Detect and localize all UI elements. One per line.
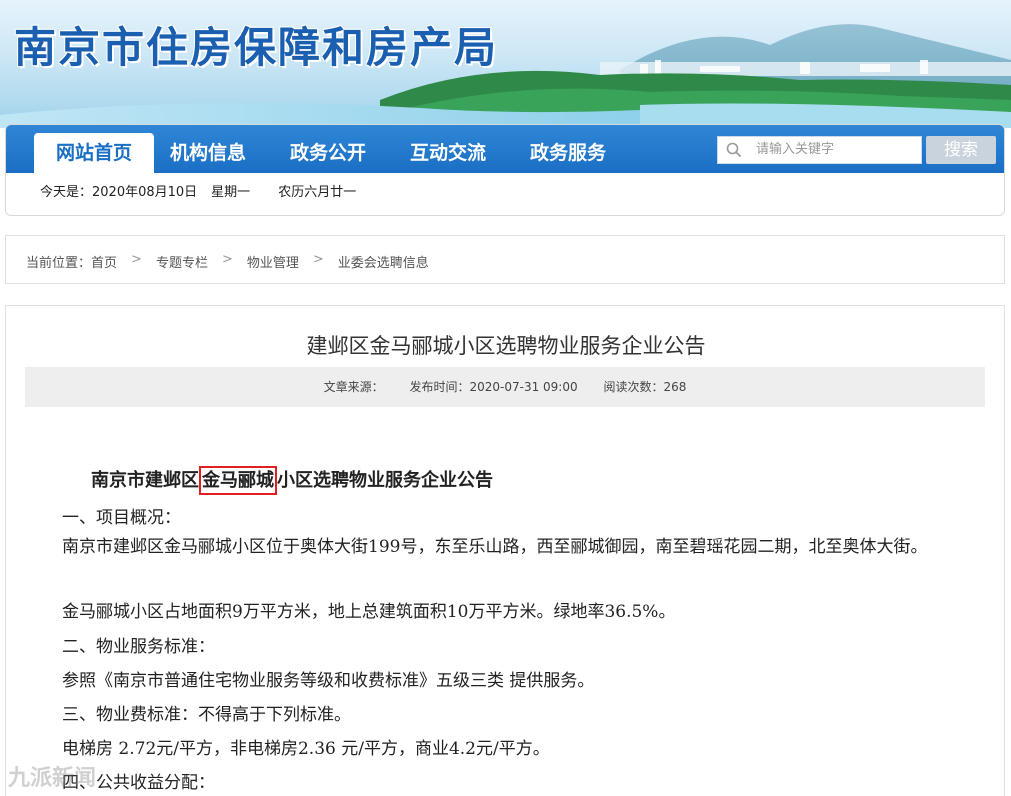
site-banner: 南京市住房保障和房产局 xyxy=(0,0,1011,128)
breadcrumb-separator: > xyxy=(131,252,142,267)
search-input[interactable]: 请输入关键字 xyxy=(717,136,922,164)
breadcrumb-item-committee-selection[interactable]: 业委会选聘信息 xyxy=(338,252,429,271)
nav-item-services[interactable]: 政务服务 xyxy=(508,133,628,173)
breadcrumb-item-topics[interactable]: 专题专栏 xyxy=(156,252,208,271)
today-date: 今天是：2020年08月10日 xyxy=(40,185,198,200)
article-meta-bar: 文章来源： 发布时间：2020-07-31 09:00 阅读次数：268 xyxy=(25,367,985,407)
article-publish-time: 发布时间：2020-07-31 09:00 xyxy=(409,380,578,394)
breadcrumb-item-property-management[interactable]: 物业管理 xyxy=(247,252,299,271)
nav-item-government-affairs[interactable]: 政务公开 xyxy=(268,133,388,173)
watermark-logo: 九派新闻 xyxy=(8,766,97,791)
search-icon xyxy=(726,142,742,158)
article-title: 建邺区金马郦城小区选聘物业服务企业公告 xyxy=(306,334,706,358)
search-button[interactable]: 搜索 xyxy=(926,136,996,164)
paragraph-section-3: 三、物业费标准：不得高于下列标准。 xyxy=(62,705,351,725)
paragraph-area: 金马郦城小区占地面积9万平方米，地上总建筑面积10万平方米。绿地率36.5%。 xyxy=(62,602,676,622)
lunar-date: 农历六月廿一 xyxy=(278,185,357,200)
weekday: 星期一 xyxy=(211,185,251,200)
paragraph-section-1: 一、项目概况： xyxy=(62,508,181,528)
paragraph-location-text: 南京市建邺区金马郦城小区位于奥体大街199号，东至乐山路，西至郦城御园，南至碧瑶… xyxy=(62,537,928,557)
breadcrumb: 当前位置： 首页 > 专题专栏 > 物业管理 > 业委会选聘信息 xyxy=(26,252,429,271)
paragraph-fees: 电梯房 2.72元/平方，非电梯房2.36 元/平方，商业4.2元/平方。 xyxy=(62,739,550,759)
nav-item-organization[interactable]: 机构信息 xyxy=(148,133,268,173)
nav-item-home[interactable]: 网站首页 xyxy=(34,133,154,173)
nav-item-interaction[interactable]: 互动交流 xyxy=(388,133,508,173)
heading-text-after: 小区选聘物业服务企业公告 xyxy=(277,470,493,491)
heading-text-before: 南京市建邺区 xyxy=(91,470,199,491)
paragraph-section-2: 二、物业服务标准： xyxy=(62,637,215,657)
highlighted-community-name: 金马郦城 xyxy=(199,466,277,495)
article-panel: 建邺区金马郦城小区选聘物业服务企业公告 文章来源： 发布时间：2020-07-3… xyxy=(5,305,1005,796)
article-source: 文章来源： xyxy=(323,380,384,394)
article-body-heading: 南京市建邺区 金马郦城 小区选聘物业服务企业公告 xyxy=(91,466,493,495)
breadcrumb-prefix: 当前位置： xyxy=(26,256,92,271)
paragraph-location: 南京市建邺区金马郦城小区位于奥体大街199号，东至乐山路，西至郦城御园，南至碧瑶… xyxy=(62,531,992,563)
main-nav-bar: 网站首页 机构信息 政务公开 互动交流 政务服务 请输入关键字 搜索 xyxy=(6,125,1004,173)
breadcrumb-separator: > xyxy=(221,252,233,267)
breadcrumb-item-home[interactable]: 首页 xyxy=(91,252,117,271)
breadcrumb-separator: > xyxy=(312,252,324,267)
breadcrumb-panel: 当前位置： 首页 > 专题专栏 > 物业管理 > 业委会选聘信息 xyxy=(5,235,1005,284)
article-view-count: 阅读次数：268 xyxy=(603,380,687,394)
site-title: 南京市住房保障和房产局 xyxy=(14,23,499,72)
header-nav-panel: 网站首页 机构信息 政务公开 互动交流 政务服务 请输入关键字 搜索 今天是：2… xyxy=(5,124,1005,216)
paragraph-standard: 参照《南京市普通住宅物业服务等级和收费标准》五级三类 提供服务。 xyxy=(62,671,595,691)
date-row: 今天是：2020年08月10日 星期一 农历六月廿一 xyxy=(40,181,370,200)
